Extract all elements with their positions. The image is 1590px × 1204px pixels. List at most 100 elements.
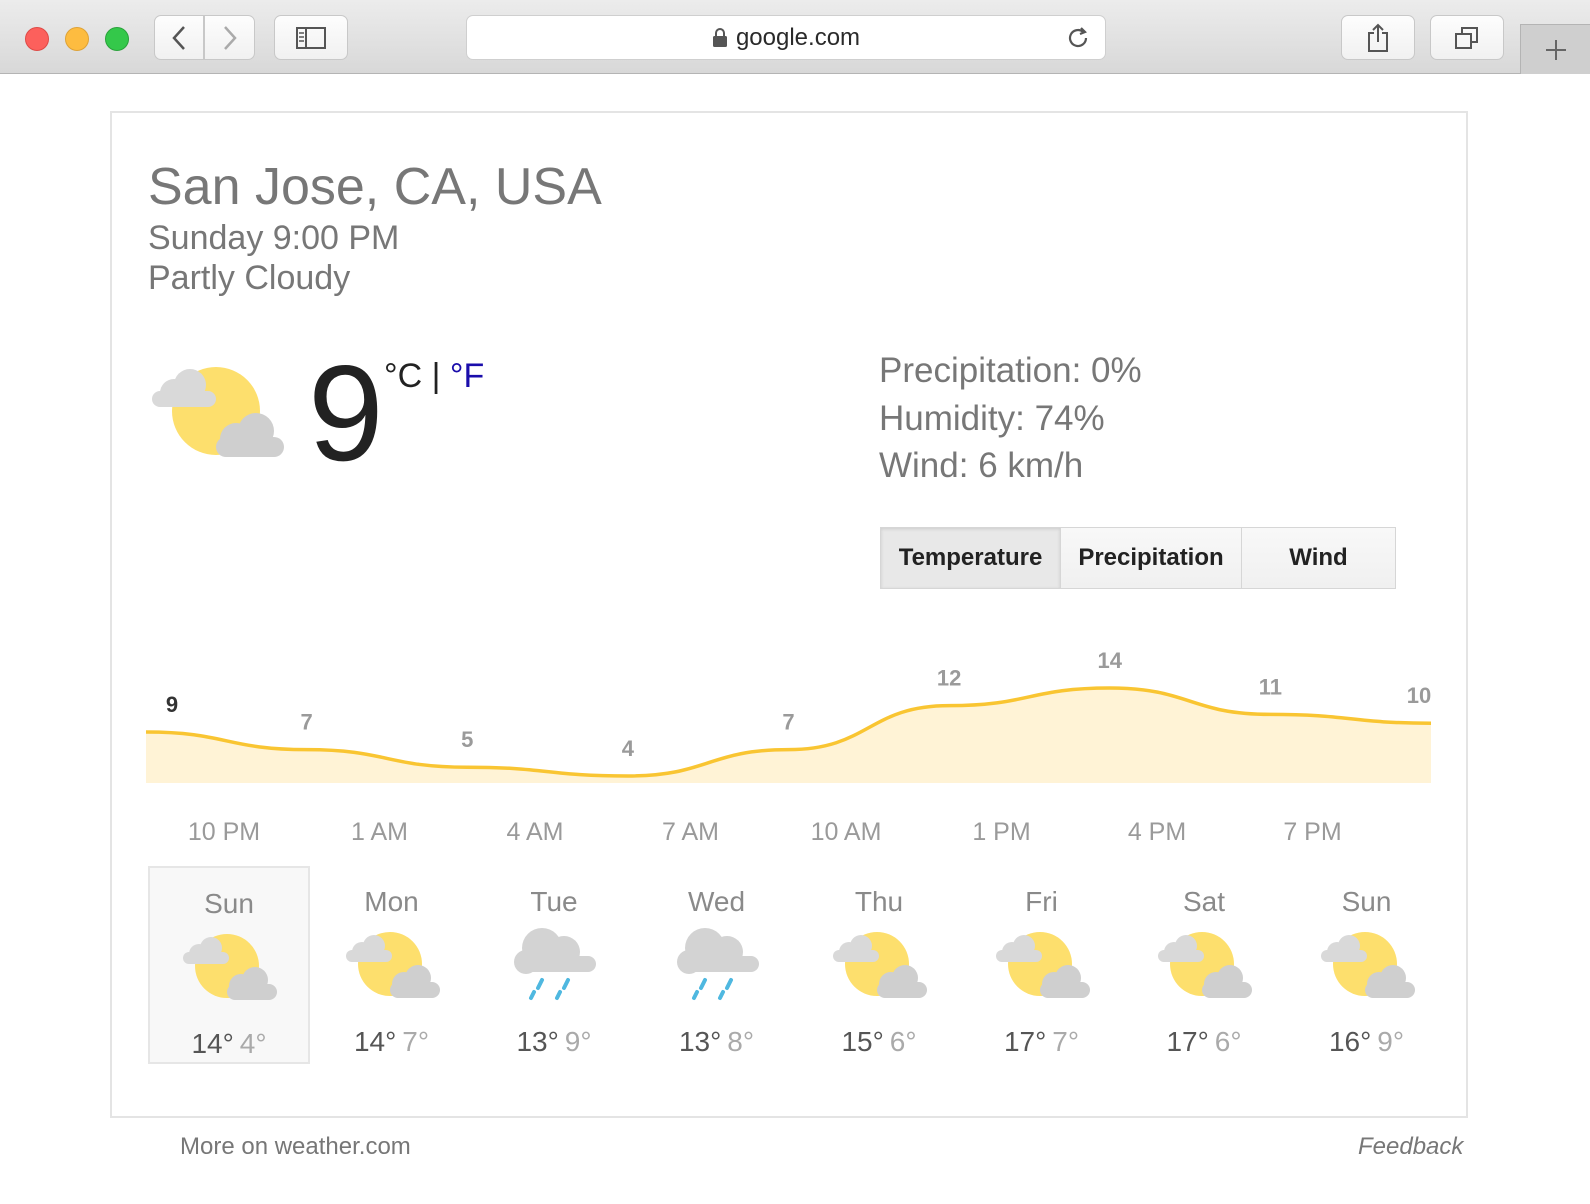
- tab-precipitation[interactable]: Precipitation: [1061, 528, 1242, 588]
- fahrenheit-unit[interactable]: °F: [450, 357, 484, 395]
- zoom-window-button[interactable]: [105, 27, 129, 51]
- current-temperature: 9: [308, 337, 384, 489]
- tab-temperature[interactable]: Temperature: [881, 528, 1061, 588]
- forecast-day-name: Tue: [530, 886, 578, 917]
- forecast-low: 9°: [564, 1026, 592, 1057]
- forecast-high: 13°: [678, 1026, 722, 1057]
- forward-button[interactable]: [204, 15, 255, 60]
- forecast-day-name: Sun: [1341, 886, 1392, 917]
- close-window-button[interactable]: [25, 27, 49, 51]
- share-icon: [1368, 23, 1388, 52]
- tabs-icon: [1455, 26, 1478, 49]
- precipitation-stat: Precipitation: 0%: [879, 351, 1142, 390]
- temperature-chart: 9 7 5 4 7 12 14 11 10 10 PM 1 AM 4 AM 7 AM 10 AM 1 PM 4…: [146, 648, 1431, 846]
- chart-x-label: 10 PM: [188, 818, 260, 846]
- chart-x-label: 4 AM: [507, 818, 564, 846]
- celsius-unit[interactable]: °C: [384, 357, 422, 395]
- back-icon: [172, 25, 185, 50]
- forecast-day-name: Thu: [854, 886, 904, 917]
- rain-icon: [473, 922, 635, 1004]
- wind-stat: Wind: 6 km/h: [879, 446, 1084, 485]
- forecast-high: 16°: [1328, 1026, 1372, 1057]
- chart-x-label: 1 PM: [972, 818, 1030, 846]
- chart-value-label: 7: [782, 710, 794, 735]
- forecast-low: 4°: [239, 1028, 267, 1059]
- chart-area-fill: [146, 688, 1431, 783]
- partly-cloudy-icon: [311, 930, 473, 1000]
- browser-toolbar: google.com: [0, 0, 1590, 74]
- forward-icon: [223, 25, 237, 50]
- rain-icon: [636, 922, 798, 1004]
- forecast-day-0[interactable]: Sun 14° 4°: [148, 866, 310, 1064]
- forecast-day-5[interactable]: Fri 17° 7°: [961, 866, 1123, 1064]
- forecast-day-name: Wed: [687, 886, 746, 917]
- forecast-day-3[interactable]: Wed 13° 8°: [636, 866, 798, 1064]
- forecast-temps: 15° 6°: [798, 1026, 960, 1058]
- partly-cloudy-icon: [1123, 930, 1285, 1000]
- share-button[interactable]: [1341, 15, 1415, 60]
- new-tab-button[interactable]: [1520, 24, 1590, 74]
- partly-cloudy-icon: [961, 930, 1123, 1000]
- forecast-temps: 17° 7°: [961, 1026, 1123, 1058]
- forecast-high: 14°: [191, 1028, 234, 1059]
- minimize-window-button[interactable]: [65, 27, 89, 51]
- chart-value-label: 10: [1407, 683, 1431, 708]
- unit-separator: |: [422, 357, 450, 395]
- forecast-low: 6°: [889, 1026, 917, 1057]
- forecast-high: 14°: [353, 1026, 397, 1057]
- chart-tabs: Temperature Precipitation Wind: [880, 527, 1396, 589]
- partly-cloudy-icon: [148, 363, 288, 468]
- forecast-high: 17°: [1003, 1026, 1047, 1057]
- more-on-weather-link[interactable]: More on weather.com: [180, 1133, 411, 1161]
- chart-x-label: 1 AM: [351, 818, 408, 846]
- forecast-temps: 16° 9°: [1286, 1026, 1448, 1058]
- forecast-day-7[interactable]: Sun 16° 9°: [1286, 866, 1448, 1064]
- feedback-link[interactable]: Feedback: [1358, 1133, 1463, 1161]
- sidebar-button[interactable]: [274, 15, 348, 60]
- weather-card: San Jose, CA, USA Sunday 9:00 PM Partly …: [110, 111, 1468, 1118]
- chart-x-label: 10 AM: [811, 818, 882, 846]
- daily-forecast: Sun 14° 4° Mon 14° 7° Tue 13° 9° Wed 13° 8° Thu 15° 6°…: [148, 866, 1448, 1066]
- lock-icon: [712, 27, 727, 47]
- url-text: google.com: [735, 23, 861, 51]
- forecast-day-2[interactable]: Tue 13° 9°: [473, 866, 635, 1064]
- address-bar[interactable]: google.com: [466, 15, 1106, 60]
- chart-value-label: 14: [1098, 648, 1123, 673]
- forecast-low: 7°: [402, 1026, 430, 1057]
- forecast-day-6[interactable]: Sat 17° 6°: [1123, 866, 1285, 1064]
- forecast-high: 15°: [841, 1026, 884, 1057]
- chart-value-label: 5: [461, 727, 473, 752]
- chart-value-label: 9: [166, 692, 178, 717]
- forecast-high: 17°: [1166, 1026, 1209, 1057]
- partly-cloudy-icon: [1286, 930, 1448, 1000]
- forecast-high: 13°: [516, 1026, 559, 1057]
- unit-toggle: °C | °F: [384, 357, 484, 396]
- show-tabs-button[interactable]: [1430, 15, 1504, 60]
- forecast-temps: 14° 4°: [150, 1028, 308, 1060]
- sidebar-icon: [296, 26, 326, 49]
- chart-value-label: 7: [301, 710, 313, 735]
- forecast-temps: 17° 6°: [1123, 1026, 1285, 1058]
- forecast-day-1[interactable]: Mon 14° 7°: [311, 866, 473, 1064]
- forecast-low: 8°: [727, 1026, 755, 1057]
- plus-icon: [1545, 39, 1566, 60]
- location-title: San Jose, CA, USA: [148, 158, 602, 216]
- forecast-day-name: Sun: [204, 888, 254, 919]
- forecast-day-4[interactable]: Thu 15° 6°: [798, 866, 960, 1064]
- reload-icon[interactable]: [1065, 25, 1091, 51]
- datetime-text: Sunday 9:00 PM: [148, 219, 400, 257]
- partly-cloudy-icon: [798, 930, 960, 1000]
- forecast-low: 7°: [1052, 1026, 1080, 1057]
- forecast-low: 9°: [1377, 1026, 1405, 1057]
- chart-x-label: 7 PM: [1283, 818, 1341, 846]
- forecast-day-name: Fri: [1025, 886, 1058, 917]
- forecast-day-name: Mon: [364, 886, 419, 917]
- humidity-stat: Humidity: 74%: [879, 399, 1105, 438]
- chart-value-label: 4: [622, 736, 635, 761]
- forecast-temps: 13° 8°: [636, 1026, 798, 1058]
- tab-wind[interactable]: Wind: [1242, 528, 1395, 588]
- back-button[interactable]: [154, 15, 204, 60]
- chart-value-label: 12: [937, 666, 961, 691]
- forecast-low: 6°: [1214, 1026, 1242, 1057]
- forecast-temps: 14° 7°: [311, 1026, 473, 1058]
